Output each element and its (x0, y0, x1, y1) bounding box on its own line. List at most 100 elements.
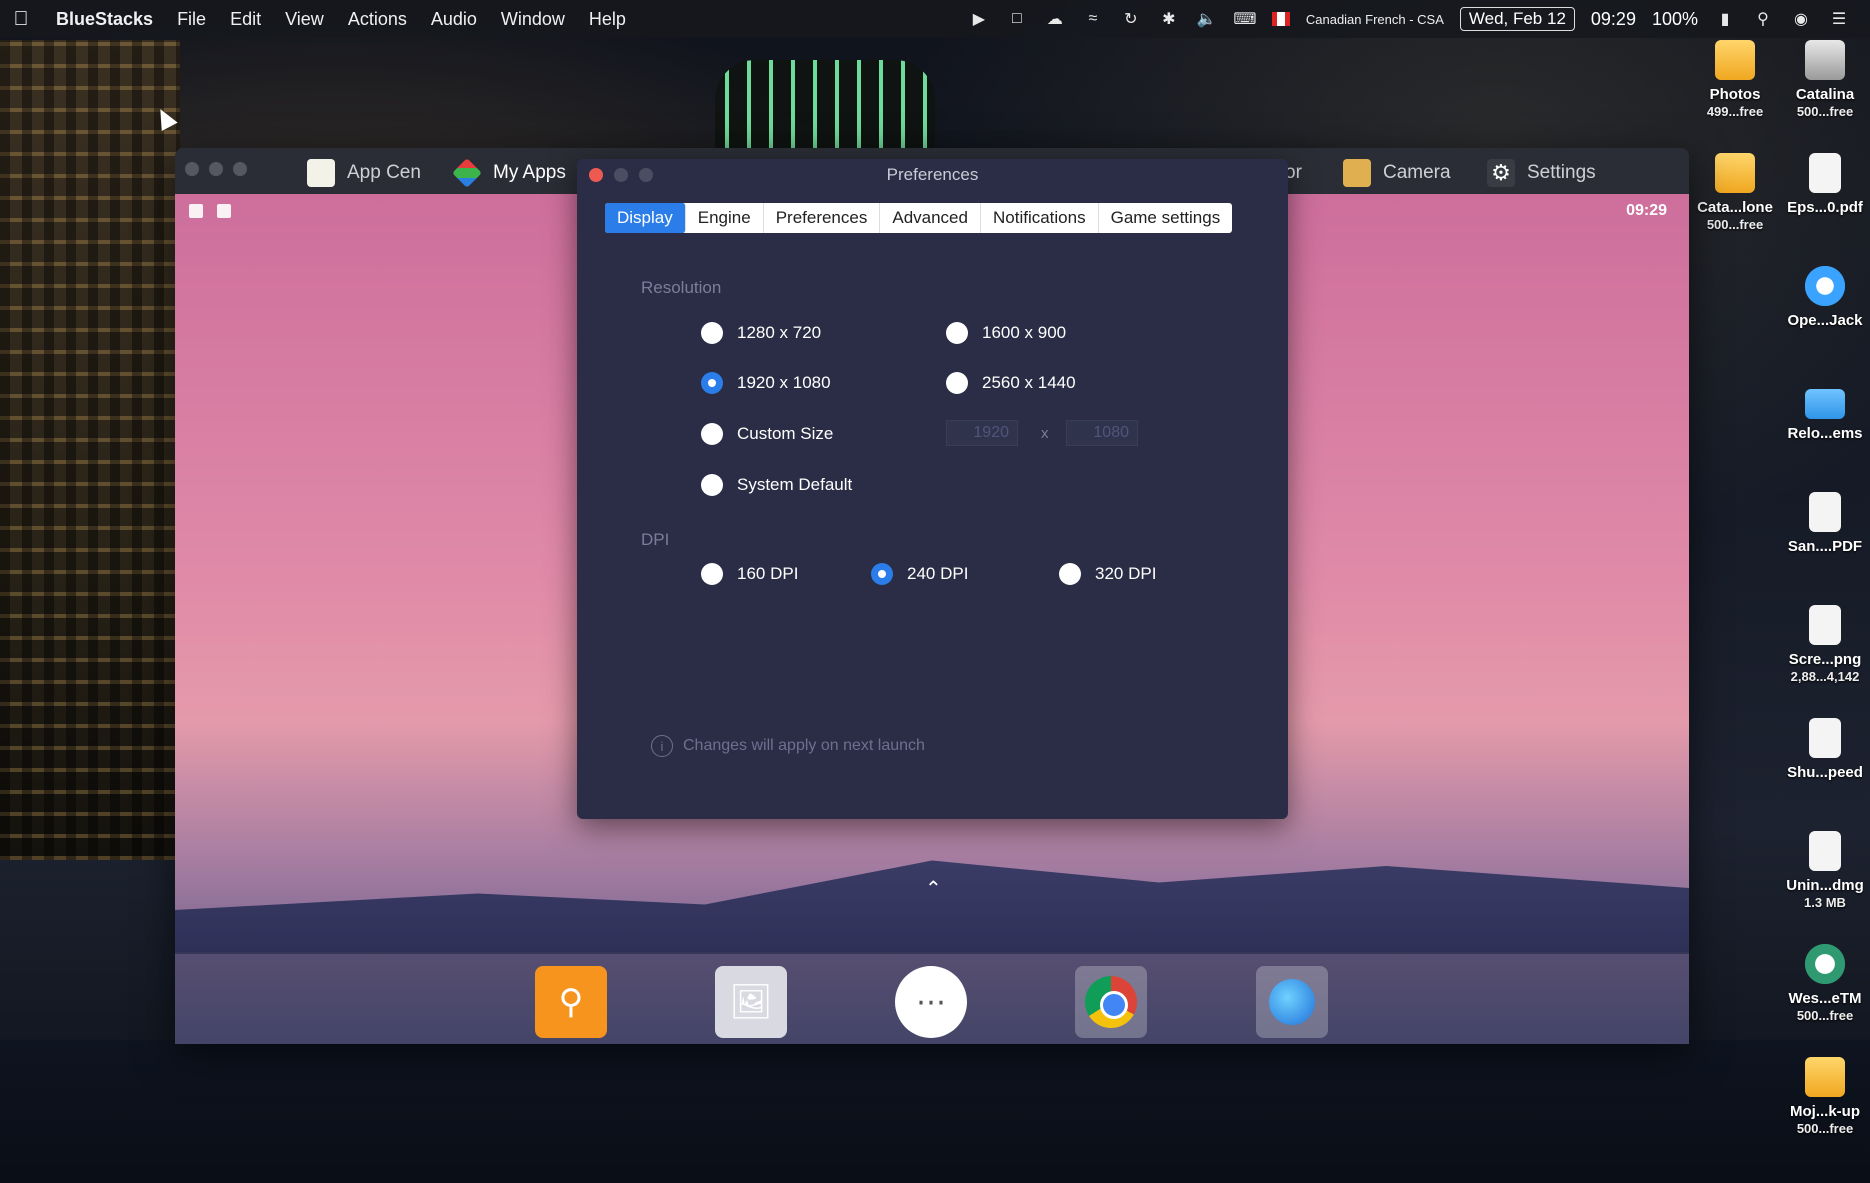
tab-notifications[interactable]: Notifications (981, 203, 1099, 233)
wifi-icon[interactable]: ≈ (1082, 8, 1104, 30)
menu-window[interactable]: Window (489, 9, 577, 30)
bluetooth-icon[interactable]: ✱ (1158, 8, 1180, 30)
desktop-icon-san-pdf[interactable]: San....PDF (1780, 492, 1870, 556)
desktop-icon-sub: 499...free (1706, 104, 1764, 119)
custom-width-input[interactable] (946, 420, 1018, 446)
play-icon[interactable]: ▶ (968, 8, 990, 30)
keyboard-icon[interactable]: ⌨ (1233, 8, 1256, 30)
screen-icon[interactable]: □ (1006, 8, 1028, 30)
menu-edit[interactable]: Edit (218, 9, 273, 30)
app-drawer-up-arrow-icon[interactable]: ⌃ (925, 876, 942, 901)
menu-date[interactable]: Wed, Feb 12 (1459, 7, 1575, 31)
drive-icon (1715, 153, 1755, 193)
spotlight-search-icon[interactable]: ⚲ (1752, 8, 1774, 30)
radio-160-dpi[interactable]: 160 DPI (701, 563, 798, 585)
menu-audio[interactable]: Audio (419, 9, 489, 30)
gallery-app-icon[interactable]: 🖼 (715, 966, 787, 1038)
app-icon (1805, 266, 1845, 306)
tab-display[interactable]: Display (605, 203, 686, 233)
canada-flag-icon[interactable] (1271, 12, 1290, 26)
desktop-icon-screenshot-png[interactable]: Scre...png 2,88...4,142 (1780, 605, 1870, 685)
android-status-icons (189, 204, 231, 218)
desktop-icon-eps-pdf[interactable]: Eps...0.pdf (1780, 153, 1870, 217)
tab-settings[interactable]: ⚙ Settings (1487, 152, 1596, 194)
preferences-tabs: Display Engine Preferences Advanced Noti… (605, 203, 1233, 233)
desktop-icon-open-jack[interactable]: Ope...Jack (1780, 266, 1870, 330)
menu-actions[interactable]: Actions (336, 9, 419, 30)
desktop-icon-mojave-backup[interactable]: Moj...k-up 500...free (1780, 1057, 1870, 1137)
tab-camera[interactable]: Camera (1343, 152, 1451, 194)
desktop-icon-catalina[interactable]: Catalina 500...free (1780, 40, 1870, 120)
volume-icon[interactable]: 🔈 (1196, 8, 1218, 30)
chrome-icon[interactable] (1075, 966, 1147, 1038)
image-icon (1809, 605, 1841, 645)
radio-320-dpi[interactable]: 320 DPI (1059, 563, 1156, 585)
desktop-icon-label: Moj...k-up (1790, 1103, 1860, 1120)
menu-bar:  BlueStacks File Edit View Actions Audi… (0, 0, 1870, 38)
menu-view[interactable]: View (273, 9, 336, 30)
keyboard-layout[interactable]: Canadian French - CSA (1306, 12, 1444, 27)
desktop-icon-sub: 500...free (1706, 217, 1764, 232)
radio-label: 320 DPI (1095, 564, 1157, 583)
tab-engine[interactable]: Engine (686, 203, 764, 233)
battery-icon[interactable]: ▮ (1714, 8, 1736, 30)
window-minimize-button[interactable] (209, 162, 223, 176)
siri-icon[interactable]: ◉ (1790, 8, 1812, 30)
desktop-icon-photos[interactable]: Photos 499...free (1690, 40, 1780, 120)
menu-app-name[interactable]: BlueStacks (42, 9, 165, 30)
browser-globe-icon[interactable] (1256, 966, 1328, 1038)
window-zoom-button[interactable] (233, 162, 247, 176)
search-app-icon[interactable]: ⚲ (535, 966, 607, 1038)
desktop-icon-label: Ope...Jack (1787, 312, 1863, 329)
preferences-dialog: Preferences Display Engine Preferences A… (577, 159, 1288, 819)
tab-my-apps[interactable]: My Apps (452, 152, 566, 194)
tab-preferences[interactable]: Preferences (764, 203, 881, 233)
radio-button-selected-icon (701, 372, 723, 394)
menu-help[interactable]: Help (577, 9, 638, 30)
window-close-button[interactable] (185, 162, 199, 176)
desktop-icon-uninstall-dmg[interactable]: Unin...dmg 1.3 MB (1780, 831, 1870, 911)
apple-icon[interactable]:  (0, 8, 42, 31)
desktop-icon-label: Catalina (1795, 86, 1855, 103)
radio-button-icon (946, 322, 968, 344)
radio-2560x1440[interactable]: 2560 x 1440 (946, 372, 1076, 394)
desktop-icon-shu-peed[interactable]: Shu...peed (1780, 718, 1870, 782)
cloud-icon[interactable]: ☁ (1044, 8, 1066, 30)
drive-icon (1715, 40, 1755, 80)
android-clock: 09:29 (1626, 202, 1667, 219)
notification-center-icon[interactable]: ☰ (1828, 8, 1850, 30)
desktop-icon-western-tm[interactable]: Wes...eTM 500...free (1780, 944, 1870, 1024)
radio-custom-size[interactable]: Custom Size (701, 423, 833, 445)
radio-1920x1080[interactable]: 1920 x 1080 (701, 372, 831, 394)
desktop-icon-label: Wes...eTM (1788, 990, 1862, 1007)
radio-1280x720[interactable]: 1280 x 720 (701, 322, 821, 344)
tab-app-center[interactable]: App Cen (307, 152, 421, 194)
radio-system-default[interactable]: System Default (701, 474, 852, 496)
menu-file[interactable]: File (165, 9, 218, 30)
desktop-icon-label: Photos (1709, 86, 1761, 103)
document-icon (1809, 492, 1841, 532)
desktop-icon-sub: 500...free (1796, 1008, 1854, 1023)
radio-label: 2560 x 1440 (982, 373, 1076, 392)
desktop-icon-catalina-clone[interactable]: Cata...lone 500...free (1690, 153, 1780, 233)
tab-advanced[interactable]: Advanced (880, 203, 981, 233)
radio-1600x900[interactable]: 1600 x 900 (946, 322, 1066, 344)
radio-label: 1920 x 1080 (737, 373, 831, 392)
resolution-section-label: Resolution (641, 278, 722, 297)
desktop-wallpaper-water (0, 1040, 1870, 1183)
desktop-icon-sub: 1.3 MB (1804, 895, 1846, 910)
menu-time[interactable]: 09:29 (1591, 9, 1636, 30)
radio-240-dpi[interactable]: 240 DPI (871, 563, 968, 585)
app-center-icon (307, 159, 335, 187)
time-machine-icon (1805, 944, 1845, 984)
radio-label: 240 DPI (907, 564, 969, 583)
custom-height-input[interactable] (1066, 420, 1138, 446)
folder-icon (1805, 389, 1845, 419)
app-drawer-icon[interactable]: ⋯ (895, 966, 967, 1038)
time-machine-icon[interactable]: ↻ (1120, 8, 1142, 30)
tab-game-settings[interactable]: Game settings (1099, 203, 1233, 233)
desktop-icon-label: Cata...lone (1697, 199, 1773, 216)
tab-label: App Cen (347, 162, 421, 183)
desktop-icon-relocated-items[interactable]: Relo...ems (1780, 379, 1870, 443)
battery-percent[interactable]: 100% (1652, 9, 1698, 30)
